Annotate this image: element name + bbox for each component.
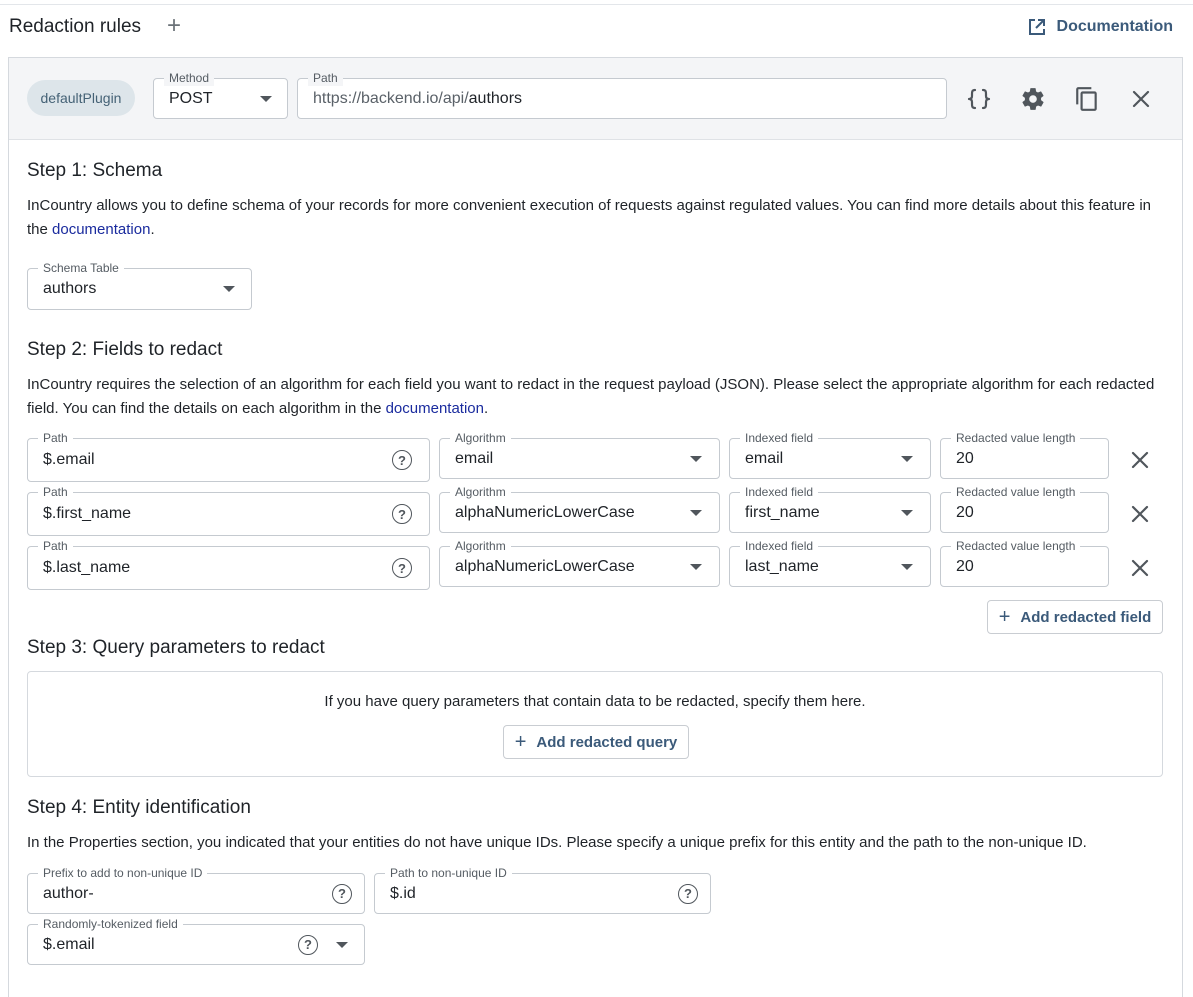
add-redacted-query-button[interactable]: + Add redacted query [503,725,689,759]
prefix-input[interactable]: Prefix to add to non-unique ID author- ? [27,865,365,914]
external-link-icon [1028,19,1045,35]
braces-icon [967,88,991,110]
field-path-value: $.last_name [43,559,131,576]
field-path-value: $.first_name [43,505,132,522]
page-header: Redaction rules + Documentation [9,12,1184,44]
chevron-down-icon [901,509,913,516]
path-endpoint: authors [468,89,523,107]
indexed-field-select[interactable]: Indexed field email [729,430,931,479]
tokenized-field-value: $.email [43,935,95,953]
step1-period: . [150,221,155,238]
non-unique-id-path-value: $.id [390,884,416,902]
step3-title: Step 3: Query parameters to redact [27,637,325,658]
close-icon [1131,559,1149,577]
remove-field-button[interactable] [1129,503,1151,525]
path-input[interactable]: Path https://backend.io/api/authors [297,70,947,119]
plus-icon: + [514,731,527,753]
path-base: https://backend.io/api/ [313,89,469,107]
indexed-field-value: first_name [745,503,820,521]
field-path-input[interactable]: Path $.email ? [27,430,430,482]
step2-doc-link[interactable]: documentation [386,400,484,417]
step2-period: . [484,400,489,417]
redacted-length-input[interactable]: Redacted value length 20 [940,538,1109,587]
documentation-link[interactable]: Documentation [1027,17,1173,37]
redacted-length-value: 20 [956,449,974,467]
help-icon[interactable]: ? [298,934,318,955]
algorithm-select[interactable]: Algorithm alphaNumericLowerCase [439,538,720,587]
tokenized-field-select[interactable]: Randomly-tokenized field $.email ? [27,916,365,965]
indexed-field-select[interactable]: Indexed field first_name [729,484,931,533]
chevron-down-icon [260,95,272,102]
page-title: Redaction rules [9,16,142,37]
add-redacted-field-button[interactable]: + Add redacted field [987,600,1163,634]
redacted-length-input[interactable]: Redacted value length 20 [940,484,1109,533]
documentation-label: Documentation [1056,18,1173,35]
help-icon[interactable]: ? [392,450,412,470]
query-params-empty-message: If you have query parameters that contai… [324,693,866,710]
chevron-down-icon [901,563,913,570]
add-redacted-field-label: Add redacted field [1020,608,1152,626]
chevron-down-icon [690,509,702,516]
close-icon [1131,451,1149,469]
indexed-field-value: email [745,449,784,467]
method-select[interactable]: Method POST [153,70,288,119]
settings-button[interactable] [1020,86,1046,112]
step1-title: Step 1: Schema [27,160,163,181]
method-value: POST [169,89,213,107]
remove-field-button[interactable] [1129,449,1151,471]
field-path-input[interactable]: Path $.first_name ? [27,484,430,536]
gear-icon [1022,88,1044,110]
step2-text: InCountry requires the selection of an a… [27,376,1155,417]
chevron-down-icon [336,941,348,948]
json-view-button[interactable] [966,86,992,112]
chevron-down-icon [690,563,702,570]
remove-field-button[interactable] [1129,557,1151,579]
non-unique-id-path-input[interactable]: Path to non-unique ID $.id ? [374,865,711,914]
redacted-length-value: 20 [956,503,974,521]
plugin-chip[interactable]: defaultPlugin [27,80,135,116]
schema-table-select[interactable]: Schema Table authors [27,260,252,310]
algorithm-select[interactable]: Algorithm alphaNumericLowerCase [439,484,720,533]
field-path-value: $.email [43,451,95,468]
redacted-length-input[interactable]: Redacted value length 20 [940,430,1109,479]
plus-icon: + [998,606,1011,628]
algorithm-value: email [455,449,494,467]
chevron-down-icon [223,286,235,292]
help-icon[interactable]: ? [392,558,412,578]
indexed-field-value: last_name [745,557,819,575]
step2-title: Step 2: Fields to redact [27,339,223,360]
prefix-value: author- [43,884,94,902]
step4-description: In the Properties section, you indicated… [27,834,1087,851]
field-path-input[interactable]: Path $.last_name ? [27,538,430,590]
duplicate-button[interactable] [1074,86,1100,112]
indexed-field-select[interactable]: Indexed field last_name [729,538,931,587]
algorithm-value: alphaNumericLowerCase [455,557,635,575]
delete-rule-button[interactable] [1128,86,1154,112]
step4-title: Step 4: Entity identification [27,797,251,818]
redacted-length-value: 20 [956,557,974,575]
help-icon[interactable]: ? [392,504,412,524]
copy-icon [1076,87,1097,111]
step2-description: InCountry requires the selection of an a… [27,373,1167,421]
rule-header: defaultPlugin Method POST Path https://b… [9,58,1182,140]
step1-text: InCountry allows you to define schema of… [27,197,1151,238]
algorithm-select[interactable]: Algorithm email [439,430,720,479]
algorithm-value: alphaNumericLowerCase [455,503,635,521]
add-redacted-query-label: Add redacted query [536,733,678,751]
add-rule-button[interactable]: + [167,14,181,38]
chevron-down-icon [901,455,913,462]
schema-table-value: authors [43,280,97,297]
step1-description: InCountry allows you to define schema of… [27,194,1167,242]
plus-icon: + [167,12,182,39]
help-icon[interactable]: ? [332,883,352,904]
help-icon[interactable]: ? [678,883,698,904]
top-border [0,0,1193,5]
step1-doc-link[interactable]: documentation [52,221,150,238]
path-value: https://backend.io/api/authors [313,79,522,118]
chevron-down-icon [690,455,702,462]
query-params-empty-state: If you have query parameters that contai… [27,671,1163,777]
close-icon [1131,505,1149,523]
close-icon [1132,90,1150,108]
